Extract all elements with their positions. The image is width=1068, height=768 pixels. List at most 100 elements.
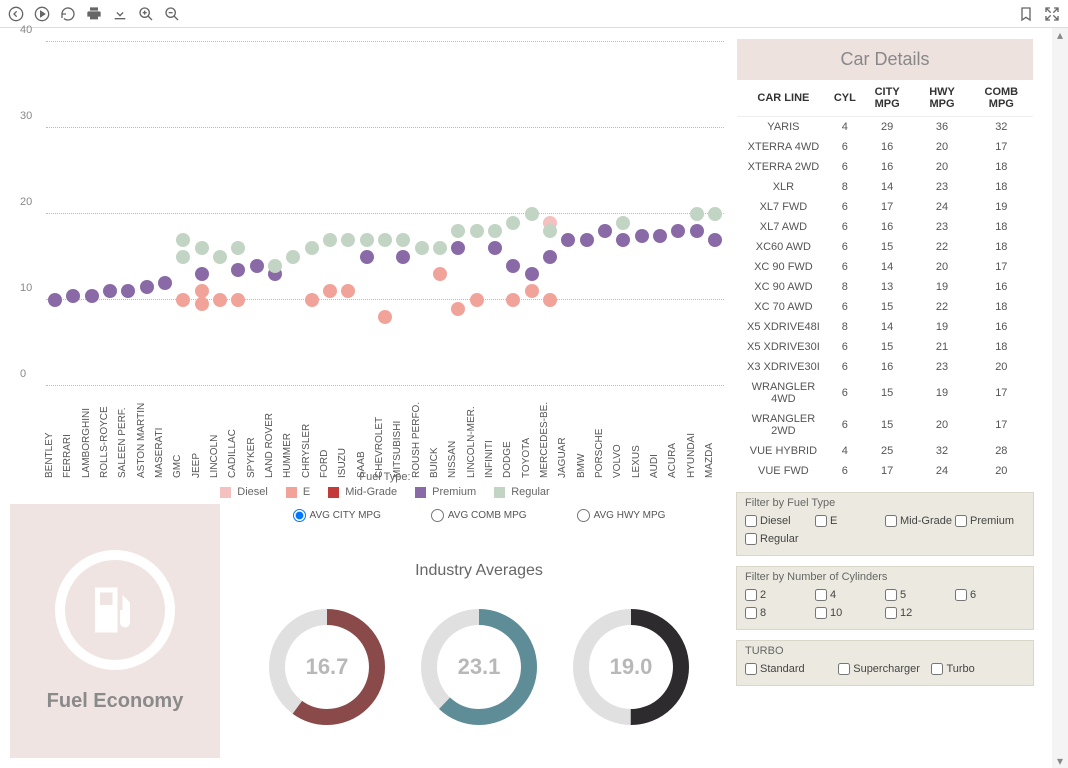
filter-checkbox[interactable]: Premium bbox=[955, 515, 1025, 527]
checkbox-input[interactable] bbox=[745, 515, 757, 527]
metric-radio[interactable]: AVG COMB MPG bbox=[431, 509, 527, 522]
data-point[interactable] bbox=[323, 284, 337, 298]
table-row[interactable]: VUE FWD6172420 bbox=[737, 461, 1033, 481]
table-row[interactable]: X5 XDRIVE48I8141916 bbox=[737, 317, 1033, 337]
play-icon[interactable] bbox=[34, 6, 50, 22]
data-point[interactable] bbox=[323, 233, 337, 247]
data-point[interactable] bbox=[360, 250, 374, 264]
data-point[interactable] bbox=[451, 241, 465, 255]
data-point[interactable] bbox=[525, 207, 539, 221]
data-point[interactable] bbox=[396, 233, 410, 247]
checkbox-input[interactable] bbox=[815, 607, 827, 619]
data-point[interactable] bbox=[176, 233, 190, 247]
table-header[interactable]: CYL bbox=[830, 80, 860, 117]
filter-checkbox[interactable]: E bbox=[815, 515, 885, 527]
data-point[interactable] bbox=[488, 241, 502, 255]
data-point[interactable] bbox=[451, 224, 465, 238]
zoom-in-icon[interactable] bbox=[138, 6, 154, 22]
data-point[interactable] bbox=[415, 241, 429, 255]
data-point[interactable] bbox=[433, 241, 447, 255]
table-row[interactable]: WRANGLER 4WD6151917 bbox=[737, 377, 1033, 409]
table-row[interactable]: XL7 AWD6162318 bbox=[737, 217, 1033, 237]
data-point[interactable] bbox=[543, 224, 557, 238]
metric-radio[interactable]: AVG CITY MPG bbox=[293, 509, 381, 522]
table-row[interactable]: VUE HYBRID4253228 bbox=[737, 441, 1033, 461]
data-point[interactable] bbox=[616, 216, 630, 230]
data-point[interactable] bbox=[305, 293, 319, 307]
table-header[interactable]: COMB MPG bbox=[970, 80, 1033, 117]
data-point[interactable] bbox=[176, 250, 190, 264]
filter-checkbox[interactable]: Supercharger bbox=[838, 663, 931, 675]
legend-item[interactable]: Regular bbox=[494, 486, 550, 498]
data-point[interactable] bbox=[396, 250, 410, 264]
data-point[interactable] bbox=[506, 293, 520, 307]
filter-checkbox[interactable]: 6 bbox=[955, 589, 1025, 601]
table-row[interactable]: WRANGLER 2WD6152017 bbox=[737, 409, 1033, 441]
data-point[interactable] bbox=[708, 233, 722, 247]
zoom-out-icon[interactable] bbox=[164, 6, 180, 22]
table-row[interactable]: XC 90 FWD6142017 bbox=[737, 257, 1033, 277]
checkbox-input[interactable] bbox=[931, 663, 943, 675]
scroll-down-icon[interactable]: ▾ bbox=[1052, 754, 1068, 768]
data-point[interactable] bbox=[231, 293, 245, 307]
table-row[interactable]: XC60 AWD6152218 bbox=[737, 237, 1033, 257]
filter-checkbox[interactable]: Turbo bbox=[931, 663, 1024, 675]
table-header[interactable]: CAR LINE bbox=[737, 80, 830, 117]
table-header[interactable]: HWY MPG bbox=[914, 80, 969, 117]
data-point[interactable] bbox=[561, 233, 575, 247]
table-row[interactable]: YARIS4293632 bbox=[737, 117, 1033, 138]
filter-checkbox[interactable]: 8 bbox=[745, 607, 815, 619]
data-point[interactable] bbox=[66, 289, 80, 303]
collapse-icon[interactable] bbox=[1044, 6, 1060, 22]
data-point[interactable] bbox=[360, 233, 374, 247]
data-point[interactable] bbox=[690, 207, 704, 221]
data-point[interactable] bbox=[103, 284, 117, 298]
radio-input[interactable] bbox=[431, 509, 444, 522]
table-row[interactable]: XTERRA 2WD6162018 bbox=[737, 157, 1033, 177]
vertical-scrollbar[interactable]: ▴ ▾ bbox=[1052, 28, 1068, 768]
table-row[interactable]: XC 70 AWD6152218 bbox=[737, 297, 1033, 317]
data-point[interactable] bbox=[580, 233, 594, 247]
data-point[interactable] bbox=[488, 224, 502, 238]
data-point[interactable] bbox=[635, 229, 649, 243]
data-point[interactable] bbox=[616, 233, 630, 247]
print-icon[interactable] bbox=[86, 6, 102, 22]
data-point[interactable] bbox=[671, 224, 685, 238]
data-point[interactable] bbox=[470, 293, 484, 307]
bookmark-icon[interactable] bbox=[1018, 6, 1034, 22]
data-point[interactable] bbox=[158, 276, 172, 290]
data-point[interactable] bbox=[268, 259, 282, 273]
data-point[interactable] bbox=[341, 284, 355, 298]
filter-checkbox[interactable]: Diesel bbox=[745, 515, 815, 527]
data-point[interactable] bbox=[708, 207, 722, 221]
legend-item[interactable]: Premium bbox=[415, 486, 476, 498]
filter-checkbox[interactable]: 5 bbox=[885, 589, 955, 601]
back-icon[interactable] bbox=[8, 6, 24, 22]
data-point[interactable] bbox=[121, 284, 135, 298]
filter-checkbox[interactable]: 12 bbox=[885, 607, 955, 619]
download-icon[interactable] bbox=[112, 6, 128, 22]
data-point[interactable] bbox=[433, 267, 447, 281]
scroll-up-icon[interactable]: ▴ bbox=[1052, 28, 1068, 42]
checkbox-input[interactable] bbox=[885, 515, 897, 527]
data-point[interactable] bbox=[286, 250, 300, 264]
table-row[interactable]: XC 90 AWD8131916 bbox=[737, 277, 1033, 297]
data-point[interactable] bbox=[506, 216, 520, 230]
legend-item[interactable]: Mid-Grade bbox=[328, 486, 397, 498]
data-point[interactable] bbox=[341, 233, 355, 247]
filter-checkbox[interactable]: Mid-Grade bbox=[885, 515, 955, 527]
checkbox-input[interactable] bbox=[815, 515, 827, 527]
data-point[interactable] bbox=[690, 224, 704, 238]
checkbox-input[interactable] bbox=[815, 589, 827, 601]
data-point[interactable] bbox=[653, 229, 667, 243]
legend-item[interactable]: E bbox=[286, 486, 310, 498]
checkbox-input[interactable] bbox=[955, 589, 967, 601]
checkbox-input[interactable] bbox=[745, 533, 757, 545]
data-point[interactable] bbox=[451, 302, 465, 316]
data-point[interactable] bbox=[543, 250, 557, 264]
filter-checkbox[interactable]: 10 bbox=[815, 607, 885, 619]
data-point[interactable] bbox=[470, 224, 484, 238]
filter-checkbox[interactable]: Regular bbox=[745, 533, 815, 545]
checkbox-input[interactable] bbox=[745, 607, 757, 619]
table-header[interactable]: CITY MPG bbox=[860, 80, 915, 117]
